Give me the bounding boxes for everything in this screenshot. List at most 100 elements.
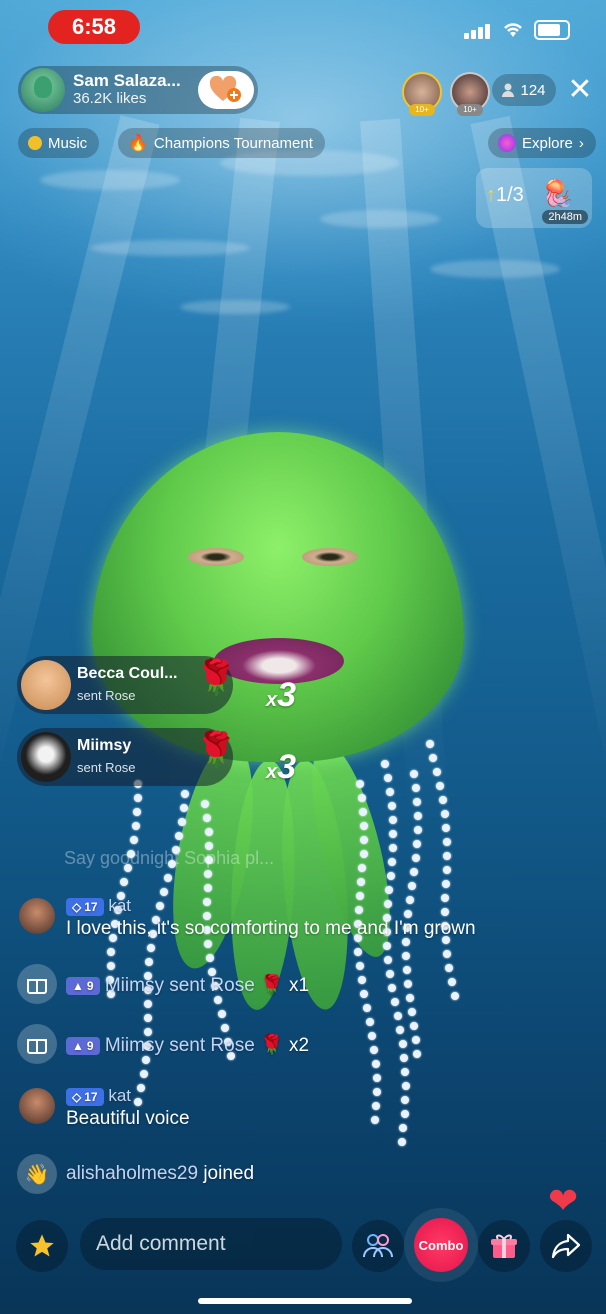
chevron-right-icon: ›	[578, 134, 584, 152]
bead	[411, 854, 420, 862]
bead	[386, 872, 395, 880]
bead	[436, 782, 445, 790]
bead	[397, 1138, 406, 1146]
bead	[365, 1018, 374, 1026]
bead	[372, 1102, 381, 1110]
explore-chip[interactable]: Explore ›	[488, 128, 596, 158]
comment-input[interactable]: Add comment	[80, 1218, 342, 1270]
bead	[355, 962, 364, 970]
rose-icon: 🌹	[260, 1035, 284, 1056]
bead	[370, 1116, 379, 1124]
bead	[387, 802, 396, 810]
bead	[357, 976, 366, 984]
gifter-name: Becca Coul...	[77, 665, 178, 682]
battery-icon	[534, 20, 570, 40]
bead	[133, 808, 142, 816]
gift-action: sent Rose	[77, 688, 136, 703]
music-chip[interactable]: Music	[18, 128, 100, 158]
bead	[203, 884, 212, 892]
home-indicator[interactable]	[198, 1298, 412, 1304]
joined-label: joined	[203, 1163, 255, 1184]
bead	[357, 794, 366, 802]
diamond-icon: ◇	[72, 1089, 82, 1104]
level-badge: ◇ 17	[66, 897, 104, 916]
bead	[387, 858, 396, 866]
bead	[106, 962, 115, 970]
rose-icon: 🌹	[195, 731, 238, 769]
bead	[355, 780, 364, 788]
bead	[407, 882, 416, 890]
top-viewer-avatar[interactable]: 10+	[450, 72, 490, 116]
viewer-rank-tag: 10+	[457, 104, 483, 116]
status-time: 6:58	[48, 10, 140, 44]
bead	[413, 840, 422, 848]
bead	[179, 804, 188, 812]
star-icon	[30, 1234, 54, 1257]
bead	[388, 844, 397, 852]
combo-button[interactable]: Combo	[414, 1218, 468, 1272]
top-viewer-avatar[interactable]: 10+	[402, 72, 442, 116]
bead	[413, 826, 422, 834]
bead	[139, 1070, 148, 1078]
bead	[409, 868, 418, 876]
joined-username[interactable]: alishaholmes29	[66, 1163, 198, 1184]
follow-button[interactable]	[198, 71, 254, 109]
level-badge: ◇ 17	[66, 1087, 104, 1106]
bead	[354, 906, 363, 914]
bead	[438, 796, 447, 804]
signal-icon	[464, 21, 492, 39]
bead	[141, 1056, 150, 1064]
chat-avatar[interactable]	[19, 898, 55, 934]
bead	[448, 978, 456, 986]
bead	[432, 768, 441, 776]
ranking-widget[interactable]: ↑1/3 🪼 2h48m	[476, 168, 592, 228]
bead	[177, 818, 186, 826]
gifter-avatar	[21, 732, 71, 782]
chat-username[interactable]: kat	[108, 896, 131, 915]
bead	[405, 896, 414, 904]
guests-button[interactable]	[352, 1220, 404, 1272]
triangle-icon: ▲	[72, 1038, 84, 1053]
person-icon	[502, 83, 515, 97]
music-icon	[28, 136, 42, 150]
bead	[204, 828, 213, 836]
star-button[interactable]	[16, 1220, 68, 1272]
bead	[205, 954, 214, 962]
bead	[360, 822, 369, 830]
host-name: Sam Salaza...	[73, 71, 181, 91]
bead	[384, 900, 393, 908]
tournament-chip[interactable]: 🔥 Champions Tournament	[118, 128, 325, 158]
right-eye	[302, 548, 358, 566]
heart-icon: ❤	[548, 1180, 579, 1221]
bead	[156, 902, 165, 910]
jellyfish-icon: 🪼	[541, 178, 574, 208]
bead	[146, 944, 155, 952]
chat-message-text: I love this, it's so comforting to me an…	[66, 918, 476, 939]
ranking-timer: 2h48m	[542, 210, 588, 224]
gift-button[interactable]	[478, 1220, 530, 1272]
explore-chip-label: Explore	[522, 134, 573, 152]
gift-icon	[17, 964, 57, 1004]
bead	[380, 760, 389, 768]
host-avatar[interactable]	[21, 68, 65, 112]
bead	[372, 1088, 381, 1096]
viewer-count[interactable]: 124	[492, 74, 556, 106]
gift-multiplier: x3	[266, 748, 297, 786]
bead	[400, 1110, 409, 1118]
bead	[442, 866, 451, 874]
music-chip-label: Music	[48, 134, 88, 152]
explore-icon	[498, 134, 516, 152]
chat-message-text: Beautiful voice	[66, 1108, 190, 1129]
gift-multiplier: x3	[266, 676, 297, 714]
close-icon[interactable]: ✕	[566, 75, 594, 105]
top-viewers[interactable]: 10+ 10+	[402, 72, 490, 116]
share-button[interactable]	[540, 1220, 592, 1272]
chat-username[interactable]: kat	[108, 1086, 131, 1105]
bead	[425, 740, 434, 748]
chat-gift-event: ▲ 9 Miimsy sent Rose 🌹 x1	[66, 973, 309, 997]
wave-hand-icon: 👋	[17, 1154, 57, 1194]
gift-notification: Miimsy sent Rose 🌹	[17, 728, 237, 786]
host-likes: 36.2K likes	[73, 90, 147, 108]
viewer-rank-tag: 10+	[409, 104, 435, 116]
chat-avatar[interactable]	[19, 1088, 55, 1124]
